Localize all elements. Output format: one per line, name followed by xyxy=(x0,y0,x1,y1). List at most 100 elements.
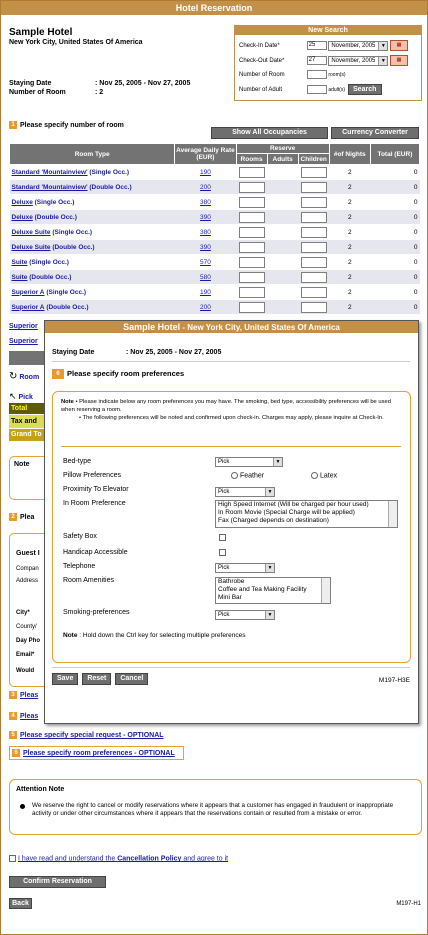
room-type-link[interactable]: Suite xyxy=(12,259,28,266)
rooms-input[interactable] xyxy=(238,181,265,193)
rate-link[interactable]: 390 xyxy=(174,209,237,225)
policy-checkbox[interactable] xyxy=(9,855,16,862)
section-link-text[interactable]: Please specify special request - OPTIONA… xyxy=(20,732,164,739)
reset-button[interactable]: Reset xyxy=(82,673,112,685)
list-item[interactable]: In Room Movie (Special Charge will be ap… xyxy=(218,509,397,517)
room-type-cell[interactable]: Superior A (Single Occ.) xyxy=(9,284,175,300)
room-type-cell[interactable]: Deluxe Suite (Double Occ.) xyxy=(9,239,175,255)
pillow-feather-option[interactable]: Feather xyxy=(231,472,264,479)
rate-link[interactable]: 380 xyxy=(174,224,237,240)
superior-fragment-2[interactable]: Superior xyxy=(9,338,38,345)
checkin-day-input[interactable]: 25 xyxy=(306,41,327,50)
rooms-input[interactable] xyxy=(238,166,265,178)
children-input[interactable] xyxy=(300,211,327,223)
room-type-cell[interactable]: Deluxe Suite (Single Occ.) xyxy=(9,224,175,240)
room-type-link[interactable]: Deluxe Suite xyxy=(12,229,51,236)
rate-link[interactable]: 190 xyxy=(174,164,237,180)
room-type-link[interactable]: Superior A xyxy=(12,289,45,296)
rooms-input[interactable] xyxy=(238,211,265,223)
optional-section-link[interactable]: 5 Please specify special request - OPTION… xyxy=(9,731,164,739)
amenities-listbox[interactable]: Bathrobe Coffee and Tea Making Facility Mi… xyxy=(215,577,331,604)
rooms-input[interactable] xyxy=(238,286,265,298)
children-input[interactable] xyxy=(300,241,327,253)
room-count-input[interactable] xyxy=(306,70,327,79)
in-room-listbox[interactable]: High Speed Internet (Will be charged per… xyxy=(215,500,398,528)
room-type-link[interactable]: Standard 'Mountainview' xyxy=(12,169,88,176)
smoking-select[interactable]: Pick ▼ xyxy=(215,610,275,620)
room-type-link[interactable]: Superior A xyxy=(12,304,45,311)
children-input[interactable] xyxy=(300,226,327,238)
children-input[interactable] xyxy=(300,301,327,313)
superior-fragment-1[interactable]: Superior xyxy=(9,323,38,330)
list-item[interactable]: High Speed Internet (Will be charged per… xyxy=(218,501,397,509)
children-input[interactable] xyxy=(300,256,327,268)
feather-radio[interactable] xyxy=(231,472,238,479)
rate-link[interactable]: 190 xyxy=(174,284,237,300)
calendar-icon[interactable]: ▦ xyxy=(390,55,409,66)
room-type-cell[interactable]: Suite (Double Occ.) xyxy=(9,269,175,285)
rate-link[interactable]: 200 xyxy=(174,299,237,315)
rooms-input[interactable] xyxy=(238,256,265,268)
checkin-month-select[interactable]: November, 2005 ▼ xyxy=(328,40,389,51)
handicap-checkbox[interactable] xyxy=(219,549,226,556)
children-input[interactable] xyxy=(300,271,327,283)
room-type-link[interactable]: Standard 'Mountainview' xyxy=(12,184,88,191)
rooms-input[interactable] xyxy=(238,241,265,253)
currency-converter-button[interactable]: Currency Converter xyxy=(331,127,419,139)
rate-link[interactable]: 570 xyxy=(174,254,237,270)
confirm-reservation-button[interactable]: Confirm Reservation xyxy=(9,876,106,888)
pick-fragment[interactable]: ↖ Pick xyxy=(9,391,33,402)
room-type-cell[interactable]: Standard 'Mountainview' (Single Occ.) xyxy=(9,164,175,180)
rate-link[interactable]: 390 xyxy=(174,239,237,255)
list-item[interactable]: Coffee and Tea Making Facility xyxy=(218,586,330,594)
rooms-input[interactable] xyxy=(238,271,265,283)
bed-type-select[interactable]: Pick ▼ xyxy=(215,457,283,467)
back-button[interactable]: Back xyxy=(9,898,32,909)
rooms-input[interactable] xyxy=(238,226,265,238)
latex-radio[interactable] xyxy=(311,472,318,479)
adult-count-input[interactable] xyxy=(306,84,327,94)
elevator-select[interactable]: Pick ▼ xyxy=(215,487,275,497)
rate-link[interactable]: 580 xyxy=(174,269,237,285)
optional-section-link[interactable]: 4 Pleas xyxy=(9,712,38,720)
children-input[interactable] xyxy=(300,196,327,208)
policy-text-post[interactable]: and agree to it xyxy=(181,855,228,862)
checkout-day-input[interactable]: 27 xyxy=(306,56,327,65)
list-item[interactable]: Mini Bar xyxy=(218,594,330,602)
section-link-text[interactable]: Pleas xyxy=(20,713,38,720)
cancellation-policy-link[interactable]: Cancellation Policy xyxy=(117,855,181,862)
room-type-cell[interactable]: Suite (Single Occ.) xyxy=(9,254,175,270)
show-all-occupancies-button[interactable]: Show All Occupancies xyxy=(211,127,328,139)
rooms-input[interactable] xyxy=(238,301,265,313)
refresh-room-fragment[interactable]: ↻ Room xyxy=(9,371,39,382)
rate-link[interactable]: 380 xyxy=(174,194,237,210)
children-input[interactable] xyxy=(300,286,327,298)
optional-section-link[interactable]: 6 Please specify room preferences - OPTIO… xyxy=(9,746,184,760)
room-type-link[interactable]: Deluxe Suite xyxy=(12,244,51,251)
children-input[interactable] xyxy=(300,181,327,193)
safety-box-checkbox[interactable] xyxy=(219,534,226,541)
room-type-link[interactable]: Deluxe xyxy=(12,199,33,206)
pillow-latex-option[interactable]: Latex xyxy=(311,472,337,479)
room-type-cell[interactable]: Deluxe (Single Occ.) xyxy=(9,194,175,210)
room-type-cell[interactable]: Standard 'Mountainview' (Double Occ.) xyxy=(9,179,175,195)
room-type-cell[interactable]: Superior A (Double Occ.) xyxy=(9,299,175,315)
section-link-text[interactable]: Please specify room preferences - OPTION… xyxy=(23,750,175,757)
children-input[interactable] xyxy=(300,166,327,178)
search-button[interactable]: Search xyxy=(347,84,382,95)
scrollbar[interactable] xyxy=(321,578,330,603)
list-item[interactable]: Bathrobe xyxy=(218,578,330,586)
room-type-cell[interactable]: Deluxe (Double Occ.) xyxy=(9,209,175,225)
room-type-link[interactable]: Deluxe xyxy=(12,214,33,221)
room-type-link[interactable]: Suite xyxy=(12,274,28,281)
rate-link[interactable]: 200 xyxy=(174,179,237,195)
cancel-button[interactable]: Cancel xyxy=(115,673,149,685)
rooms-input[interactable] xyxy=(238,196,265,208)
list-item[interactable]: Fax (Charged depends on destination) xyxy=(218,517,397,525)
section-link-text[interactable]: Pleas xyxy=(20,692,38,699)
checkout-month-select[interactable]: November, 2005 ▼ xyxy=(328,55,389,66)
optional-section-link[interactable]: 3 Pleas xyxy=(9,691,38,699)
scrollbar[interactable] xyxy=(388,501,397,527)
telephone-select[interactable]: Pick ▼ xyxy=(215,563,275,573)
save-button[interactable]: Save xyxy=(52,673,79,685)
